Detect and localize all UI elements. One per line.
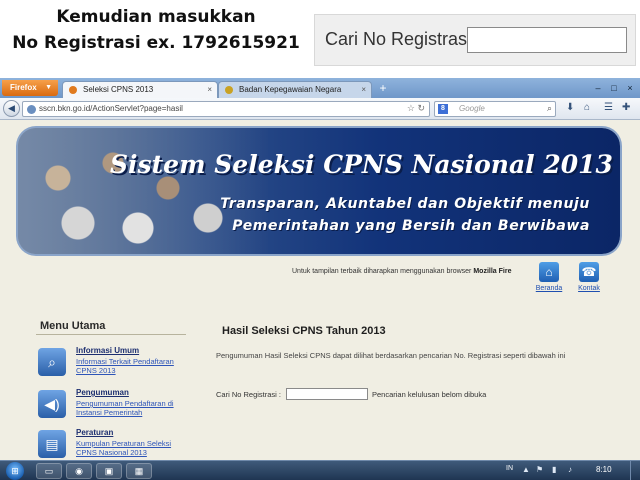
url-text: sscn.bkn.go.id/ActionServlet?page=hasil <box>39 104 183 113</box>
firefox-menu-button[interactable]: Firefox ▼ <box>2 80 58 96</box>
content-title: Hasil Seleksi CPNS Tahun 2013 <box>222 325 386 337</box>
tray-arrow-icon[interactable]: ▲ <box>522 465 530 474</box>
kontak-shortcut[interactable]: ☎ Kontak <box>572 262 606 292</box>
chevron-down-icon: ▼ <box>45 84 52 91</box>
tab-bar: Firefox ▼ Seleksi CPNS 2013 × Badan Kepe… <box>0 78 640 98</box>
address-bar[interactable]: sscn.bkn.go.id/ActionServlet?page=hasil … <box>22 101 430 117</box>
home-toolbar-icon[interactable]: ⌂ <box>584 102 590 113</box>
instruction-caption: Kemudian masukkan No Registrasi ex. 1792… <box>0 4 312 56</box>
tab-bkn[interactable]: Badan Kepegawaian Negara × <box>218 81 372 98</box>
search-placeholder: Google <box>459 104 485 113</box>
document-icon: ▤ <box>38 430 66 458</box>
speaker-icon: ◀) <box>38 390 66 418</box>
instruction-line-1: Kemudian masukkan <box>56 7 256 27</box>
zoomed-search-label: Cari No Registrasi : <box>325 29 482 49</box>
addon-icon[interactable]: ✚ <box>622 102 630 113</box>
new-tab-button[interactable]: + <box>374 81 392 97</box>
close-window-icon[interactable]: × <box>622 81 638 95</box>
browser-recommendation: Untuk tampilan terbaik diharapkan menggu… <box>292 268 511 275</box>
globe-icon <box>27 105 36 114</box>
back-button[interactable]: ◀ <box>3 100 20 117</box>
menu-item-heading[interactable]: Pengumuman <box>76 388 129 397</box>
minimize-icon[interactable]: – <box>590 81 606 95</box>
registration-search-input[interactable] <box>286 388 368 400</box>
page-viewport: Sistem Seleksi CPNS Nasional 2013 Transp… <box>0 120 640 462</box>
content-description: Pengumuman Hasil Seleksi CPNS dapat dili… <box>216 351 566 360</box>
browser-note-text: Untuk tampilan terbaik diharapkan menggu… <box>292 268 472 275</box>
show-desktop-button[interactable] <box>630 461 640 480</box>
kontak-label: Kontak <box>578 285 600 292</box>
close-tab-icon[interactable]: × <box>361 82 366 98</box>
registration-search-label: Cari No Registrasi : <box>216 390 282 399</box>
network-icon[interactable]: ▮ <box>552 465 556 474</box>
zoomed-search-input <box>467 27 627 53</box>
home-icon: ⌂ <box>539 262 559 282</box>
firefox-menu-label: Firefox <box>10 83 37 92</box>
maximize-icon[interactable]: □ <box>606 81 622 95</box>
menu-item-link[interactable]: Informasi Terkait Pendaftaran CPNS 2013 <box>76 357 186 375</box>
banner-tagline-2: Pemerintahan yang Bersih dan Berwibawa <box>232 218 590 234</box>
close-tab-icon[interactable]: × <box>207 82 212 98</box>
phone-icon: ☎ <box>579 262 599 282</box>
menu-title: Menu Utama <box>40 320 106 332</box>
beranda-shortcut[interactable]: ⌂ Beranda <box>532 262 566 292</box>
browser-window: Firefox ▼ Seleksi CPNS 2013 × Badan Kepe… <box>0 78 640 462</box>
garuda-favicon-icon <box>225 86 233 94</box>
header-banner: Sistem Seleksi CPNS Nasional 2013 Transp… <box>18 128 620 254</box>
tab-seleksi-cpns[interactable]: Seleksi CPNS 2013 × <box>62 81 218 98</box>
menu-item-heading[interactable]: Informasi Umum <box>76 346 139 355</box>
bookmarks-icon[interactable]: ☰ <box>604 102 613 113</box>
language-indicator[interactable]: IN <box>506 465 513 472</box>
beranda-label: Beranda <box>535 285 563 292</box>
search-icon: ⌕ <box>38 348 66 376</box>
start-button[interactable]: ⊞ <box>6 462 24 480</box>
flag-icon[interactable]: ⚑ <box>536 465 543 474</box>
instruction-line-2: No Registrasi ex. 1792615921 <box>12 33 300 53</box>
magnifier-icon[interactable]: ⌕ <box>547 103 552 114</box>
search-status-note: Pencarian kelulusan belom dibuka <box>372 390 487 399</box>
tab-label: Seleksi CPNS 2013 <box>83 85 154 94</box>
bkn-favicon-icon <box>69 86 77 94</box>
powerpoint-taskbar-icon[interactable]: ▦ <box>126 463 152 479</box>
volume-icon[interactable]: ♪ <box>568 465 572 474</box>
menu-item-heading[interactable]: Peraturan <box>76 428 113 437</box>
app-taskbar-icon[interactable]: ▣ <box>96 463 122 479</box>
navigation-toolbar: ◀ sscn.bkn.go.id/ActionServlet?page=hasi… <box>0 98 640 120</box>
zoomed-search-callout: Cari No Registrasi : <box>314 14 636 66</box>
tab-label: Badan Kepegawaian Negara <box>239 85 342 94</box>
explorer-taskbar-icon[interactable]: ▭ <box>36 463 62 479</box>
banner-tagline-1: Transparan, Akuntabel dan Objektif menuj… <box>220 196 590 212</box>
banner-title: Sistem Seleksi CPNS Nasional 2013 <box>110 150 613 179</box>
banner-photo <box>18 128 268 254</box>
firefox-taskbar-icon[interactable]: ◉ <box>66 463 92 479</box>
menu-divider <box>36 334 186 335</box>
search-bar[interactable]: 8 Google ⌕ <box>434 101 556 117</box>
download-icon[interactable]: ⬇ <box>566 102 574 113</box>
bookmark-star-icon[interactable]: ☆ ↻ <box>407 103 425 114</box>
menu-item-link[interactable]: Pengumuman Pendaftaran di Instansi Pemer… <box>76 399 186 417</box>
menu-item-link[interactable]: Kumpulan Peraturan Seleksi CPNS Nasional… <box>76 439 186 457</box>
clock[interactable]: 8:10 <box>596 465 612 474</box>
search-engine-icon[interactable]: 8 <box>438 104 448 114</box>
taskbar: ⊞ ▭ ◉ ▣ ▦ IN ▲ ⚑ ▮ ♪ 8:10 <box>0 460 640 480</box>
browser-note-bold: Mozilla Fire <box>473 268 512 275</box>
